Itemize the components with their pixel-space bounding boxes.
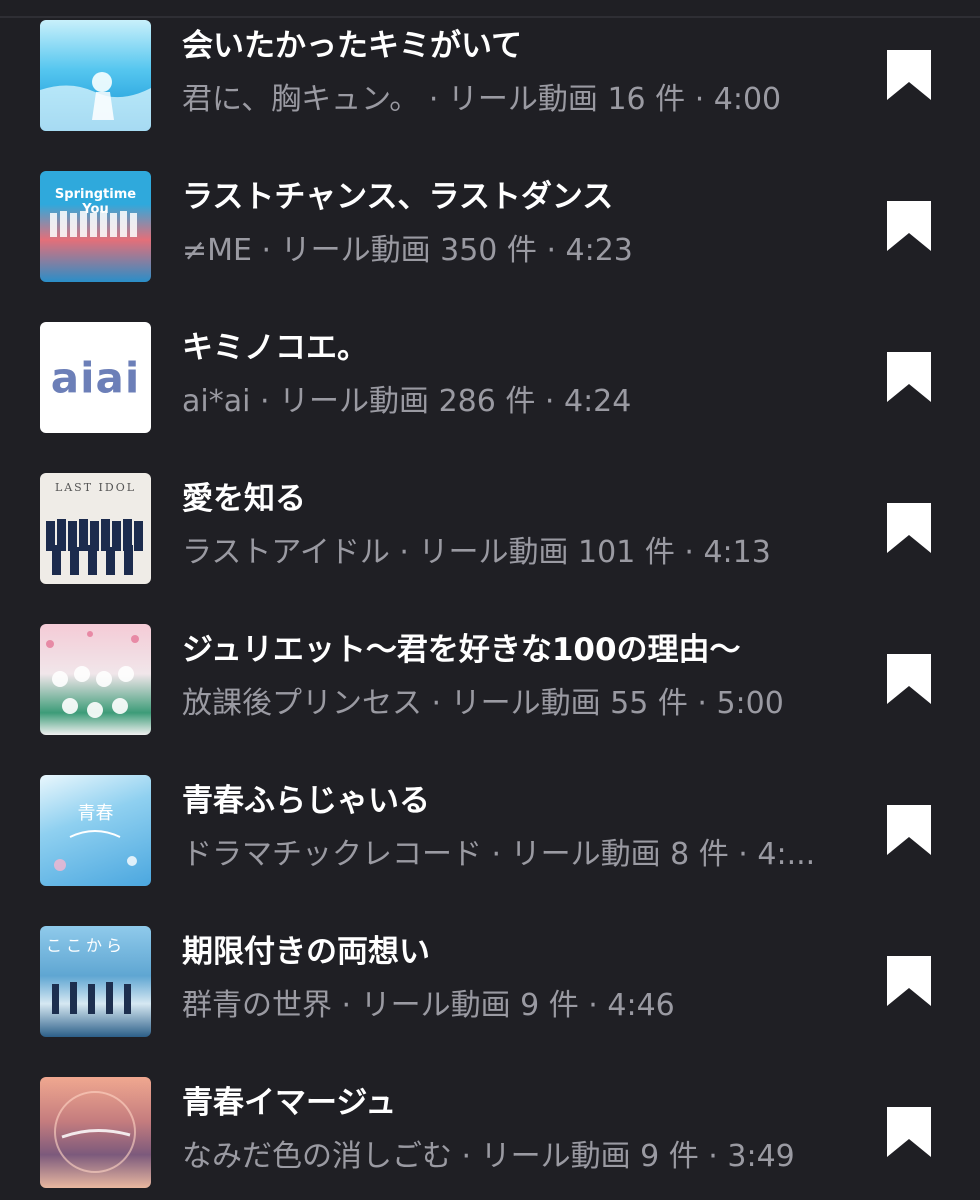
track-title: 期限付きの両想い [182,934,430,970]
track-row[interactable]: 青春 青春ふらじゃいる ドラマチックレコード · リール動画 8 件 · 4:.… [0,773,980,924]
track-row[interactable]: ジュリエット～君を好きな100の理由～ 放課後プリンセス · リール動画 55 … [0,622,980,773]
album-cover: 青春 [40,775,151,886]
track-meta: ai*ai · リール動画 286 件 · 4:24 [182,384,632,419]
track-meta: ≠ME · リール動画 350 件 · 4:23 [182,233,633,268]
track-row[interactable]: 会いたかったキミがいて 君に、胸キュン。 · リール動画 16 件 · 4:00 [0,18,980,169]
track-row[interactable]: Springtime You ラストチャンス、ラストダンス ≠ME · リール動… [0,169,980,320]
track-row[interactable]: aiai キミノコエ。 ai*ai · リール動画 286 件 · 4:24 [0,320,980,471]
bookmark-icon[interactable] [883,1105,935,1159]
album-cover: aiai [40,322,151,433]
track-title: 愛を知る [182,481,306,517]
track-title: ジュリエット～君を好きな100の理由～ [182,632,741,668]
track-row[interactable]: ここから 期限付きの両想い 群青の世界 · リール動画 9 件 · 4:46 [0,924,980,1075]
bookmark-icon[interactable] [883,199,935,253]
bookmark-icon[interactable] [883,501,935,555]
album-cover: Springtime You [40,171,151,282]
bookmark-icon[interactable] [883,954,935,1008]
album-cover [40,1077,151,1188]
track-meta: ラストアイドル · リール動画 101 件 · 4:13 [182,535,771,570]
track-list: 会いたかったキミがいて 君に、胸キュン。 · リール動画 16 件 · 4:00… [0,18,980,1200]
album-cover: LAST IDOL [40,473,151,584]
track-title: 青春ふらじゃいる [182,783,430,819]
album-cover [40,20,151,131]
track-title: ラストチャンス、ラストダンス [182,179,614,215]
track-meta: ドラマチックレコード · リール動画 8 件 · 4:... [182,837,816,872]
track-row[interactable]: 青春イマージュ なみだ色の消しごむ · リール動画 9 件 · 3:49 [0,1075,980,1200]
album-cover: ここから [40,926,151,1037]
track-title: キミノコエ。 [182,330,368,366]
bookmark-icon[interactable] [883,350,935,404]
track-row[interactable]: LAST IDOL 愛を知る ラストアイドル · リール動画 101 件 · 4… [0,471,980,622]
track-meta: 群青の世界 · リール動画 9 件 · 4:46 [182,988,675,1023]
track-meta: なみだ色の消しごむ · リール動画 9 件 · 3:49 [182,1139,795,1174]
track-meta: 君に、胸キュン。 · リール動画 16 件 · 4:00 [182,82,782,117]
album-cover [40,624,151,735]
track-title: 青春イマージュ [182,1085,397,1121]
bookmark-icon[interactable] [883,48,935,102]
track-title: 会いたかったキミがいて [182,28,523,64]
album-cover-text: aiai [50,353,141,402]
bookmark-icon[interactable] [883,803,935,857]
track-meta: 放課後プリンセス · リール動画 55 件 · 5:00 [182,686,784,721]
bookmark-icon[interactable] [883,652,935,706]
